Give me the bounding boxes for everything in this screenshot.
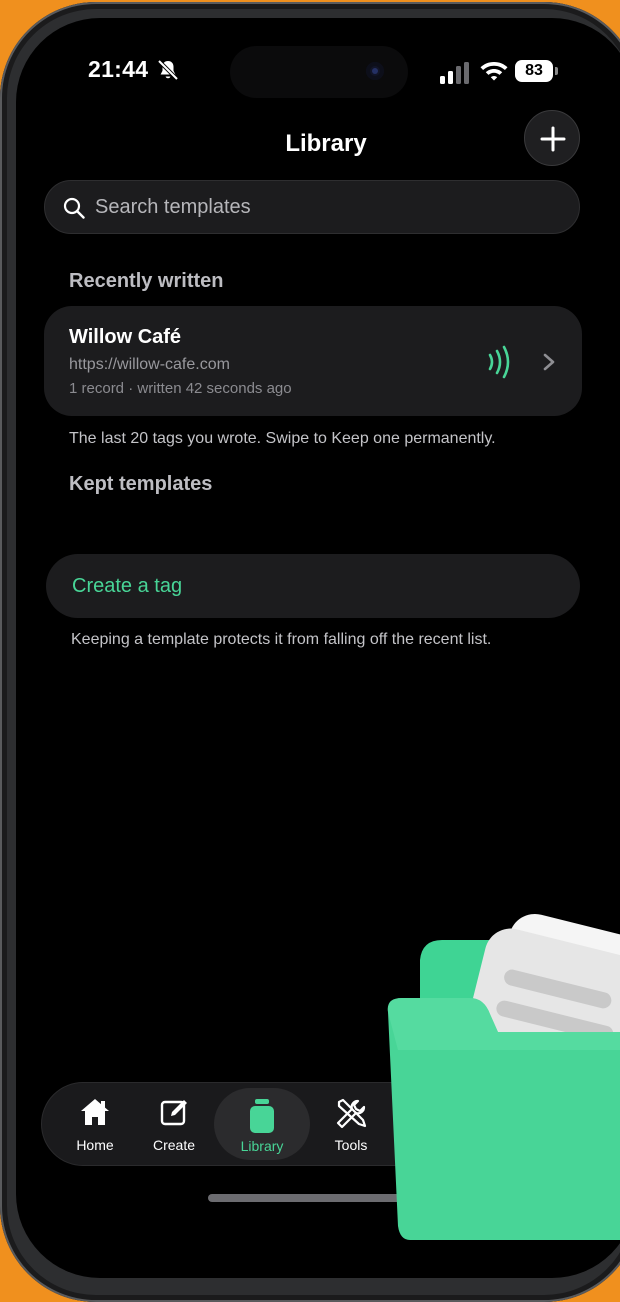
search-bar[interactable] <box>44 180 580 234</box>
battery-icon: 83 <box>515 60 559 82</box>
status-bar: 21:44 83 <box>16 18 620 128</box>
edit-icon <box>160 1100 187 1126</box>
create-tag-button[interactable]: Create a tag <box>46 554 580 618</box>
tab-label: Create <box>152 1137 196 1153</box>
tab-label: Tools <box>334 1137 368 1153</box>
create-tag-label: Create a tag <box>72 575 183 597</box>
tab-tools[interactable]: Tools <box>312 1083 390 1165</box>
tab-label: Library <box>240 1138 284 1154</box>
search-icon <box>63 197 85 219</box>
template-url: https://willow-cafe.com <box>69 356 230 373</box>
tab-library[interactable]: Library <box>214 1088 310 1160</box>
chevron-right-icon <box>543 353 555 371</box>
folder-illustration <box>387 913 620 1240</box>
kept-hint: Keeping a template protects it from fall… <box>71 631 492 648</box>
library-icon <box>250 1099 274 1133</box>
tab-create[interactable]: Create <box>135 1083 213 1165</box>
template-meta: 1 record · written 42 seconds ago <box>69 380 292 397</box>
tab-label: Home <box>76 1137 114 1153</box>
battery-level: 83 <box>515 60 553 82</box>
bell-muted-icon <box>157 59 179 81</box>
tools-icon <box>336 1098 367 1129</box>
status-time: 21:44 <box>88 56 149 82</box>
nfc-signal-icon <box>488 345 510 379</box>
camera-icon <box>366 62 384 80</box>
search-input[interactable] <box>95 181 565 233</box>
home-icon <box>81 1099 109 1125</box>
tab-home[interactable]: Home <box>56 1083 134 1165</box>
add-template-button[interactable] <box>524 110 580 166</box>
signal-icon <box>440 62 469 84</box>
kept-templates-heading: Kept templates <box>69 473 213 495</box>
wifi-icon <box>480 62 508 81</box>
plus-icon <box>540 126 566 152</box>
template-name: Willow Café <box>69 326 182 348</box>
recently-written-heading: Recently written <box>69 270 224 292</box>
recent-hint: The last 20 tags you wrote. Swipe to Kee… <box>69 430 496 447</box>
recent-template-card[interactable]: Willow Café https://willow-cafe.com 1 re… <box>44 306 582 416</box>
